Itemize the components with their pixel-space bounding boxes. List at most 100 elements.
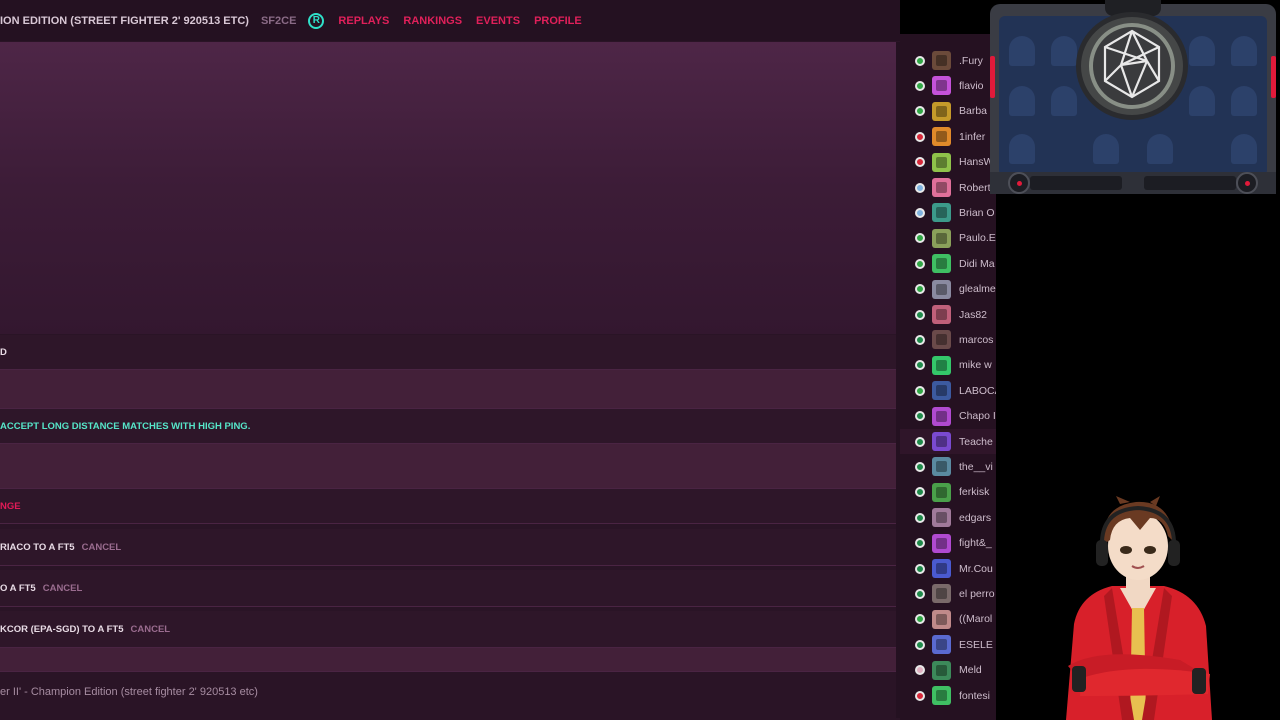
player-list-item[interactable]: Barba	[900, 99, 996, 124]
player-name: the__vi	[959, 460, 993, 473]
country-flag-icon	[915, 157, 925, 168]
player-list-item[interactable]: LABOCA	[900, 378, 996, 403]
country-flag-icon	[915, 665, 925, 676]
player-list-item[interactable]: el perro	[900, 581, 996, 606]
player-list-item[interactable]: ferkisk	[900, 480, 996, 505]
challenge-row: KCOR (EPA-SGD) TO A FT5 CANCEL	[0, 611, 896, 648]
player-list-item[interactable]: ((Marol	[900, 607, 996, 632]
player-list[interactable]: .Fury flavio Barba 1infer HansW Robert Brian O…	[900, 34, 996, 720]
country-flag-icon	[915, 385, 925, 396]
player-list-item[interactable]: .Fury	[900, 48, 996, 73]
player-avatar-icon	[932, 533, 951, 553]
player-list-item[interactable]: ESELE S	[900, 632, 996, 657]
country-flag-icon	[915, 182, 925, 193]
country-flag-icon	[915, 411, 925, 422]
player-name: Barba	[959, 105, 988, 118]
player-avatar-icon	[932, 76, 951, 96]
player-avatar-icon	[932, 559, 951, 578]
country-flag-icon	[915, 690, 925, 701]
player-avatar-icon	[932, 254, 951, 274]
player-list-item[interactable]: Didi Ma	[900, 251, 996, 276]
player-list-item[interactable]: Robert	[900, 175, 996, 200]
player-list-item[interactable]: fontesi	[900, 683, 996, 708]
player-list-item[interactable]: Brian O	[900, 200, 996, 225]
player-list-item[interactable]: Jas82	[900, 302, 996, 327]
country-flag-icon	[915, 80, 925, 91]
challenge-text: KCOR (EPA-SGD) TO A FT5	[0, 623, 124, 635]
player-name: ESELE S	[959, 638, 996, 651]
ghost-pattern-icon	[1093, 134, 1119, 164]
ghost-pattern-icon	[1231, 36, 1257, 66]
overlay-bar-right	[1144, 176, 1236, 190]
cancel-button[interactable]: CANCEL	[43, 583, 83, 594]
player-name: Teache	[959, 435, 993, 448]
game-footer-title: er II' - Champion Edition (street fighte…	[0, 686, 258, 698]
player-list-item[interactable]: flavio	[900, 73, 996, 98]
challenge-row: O A FT5 CANCEL	[0, 570, 896, 607]
player-avatar-icon	[932, 609, 951, 629]
lobby-banner	[0, 42, 896, 334]
player-avatar-icon	[932, 51, 951, 70]
country-flag-icon	[915, 614, 925, 625]
challenge-header: NGE	[0, 500, 21, 512]
cancel-button[interactable]: CANCEL	[82, 542, 122, 553]
country-flag-icon	[915, 461, 925, 472]
player-avatar-icon	[932, 305, 951, 324]
country-flag-icon	[915, 588, 925, 599]
lobby-row: NGE	[0, 489, 896, 524]
frame-accent-right	[1271, 56, 1276, 98]
player-name: Meld	[959, 664, 982, 677]
lobby-panel: ION EDITION (STREET FIGHTER 2' 920513 ET…	[0, 0, 900, 720]
player-list-item[interactable]: mike w	[900, 353, 996, 378]
geodesic-logo-icon	[1103, 29, 1161, 99]
ghost-pattern-icon	[1147, 134, 1173, 164]
player-list-item[interactable]: Paulo.E	[900, 226, 996, 251]
country-flag-icon	[915, 131, 925, 142]
vtuber-avatar	[1066, 496, 1212, 720]
player-list-item[interactable]: fight&_	[900, 531, 996, 556]
lobby-row: ACCEPT LONG DISTANCE MATCHES WITH HIGH P…	[0, 409, 896, 444]
player-avatar-icon	[932, 406, 951, 426]
site-logo-icon[interactable]: R	[308, 12, 325, 29]
game-code[interactable]: SF2CE	[261, 15, 296, 27]
ping-notice[interactable]: ACCEPT LONG DISTANCE MATCHES WITH HIGH P…	[0, 421, 250, 432]
country-flag-icon	[915, 207, 925, 218]
nav-events[interactable]: EVENTS	[476, 15, 520, 27]
player-list-item[interactable]: Meld	[900, 658, 996, 683]
player-avatar-icon	[932, 127, 951, 147]
player-list-item[interactable]: Chapo I	[900, 404, 996, 429]
country-flag-icon	[915, 334, 925, 345]
player-list-item[interactable]: glealme	[900, 277, 996, 302]
player-list-item[interactable]: the__vi	[900, 454, 996, 479]
player-list-item[interactable]: 1infer	[900, 124, 996, 149]
player-avatar-icon	[932, 660, 951, 680]
player-list-item[interactable]: edgars	[900, 505, 996, 530]
ghost-pattern-icon	[1051, 36, 1077, 66]
player-avatar-icon	[932, 635, 951, 655]
player-list-item[interactable]: Teache	[900, 429, 996, 454]
stream-overlay-frame	[990, 0, 1276, 194]
nav-profile[interactable]: PROFILE	[534, 15, 582, 27]
player-avatar-icon	[932, 101, 951, 121]
player-avatar-icon	[932, 457, 951, 477]
player-name: ((Marol	[959, 613, 993, 626]
player-avatar-icon	[932, 203, 951, 223]
cancel-button[interactable]: CANCEL	[131, 624, 171, 635]
player-avatar-icon	[932, 508, 951, 528]
ghost-pattern-icon	[1009, 86, 1035, 116]
player-avatar-icon	[932, 355, 951, 375]
player-avatar-icon	[932, 432, 951, 451]
player-name: marcos	[959, 333, 994, 346]
player-list-item[interactable]: Mr.Cou	[900, 556, 996, 581]
player-avatar-icon	[932, 330, 951, 350]
player-name: el perro	[959, 587, 995, 600]
country-flag-icon	[915, 309, 925, 320]
player-name: Jas82	[959, 308, 988, 321]
player-avatar-icon	[932, 228, 951, 248]
frame-accent-left	[990, 56, 995, 98]
player-list-item[interactable]: HansW	[900, 150, 996, 175]
player-name: .Fury	[959, 54, 983, 67]
nav-rankings[interactable]: RANKINGS	[403, 15, 462, 27]
player-list-item[interactable]: marcos	[900, 327, 996, 352]
nav-replays[interactable]: REPLAYS	[338, 15, 389, 27]
